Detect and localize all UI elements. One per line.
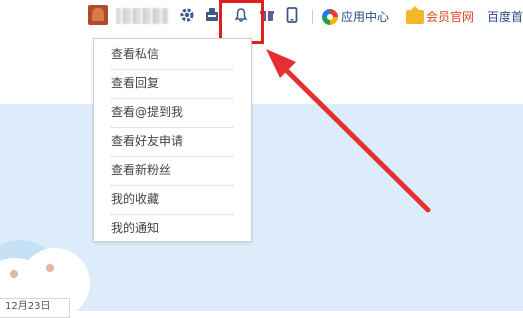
annotation-arrow-icon xyxy=(266,49,431,213)
